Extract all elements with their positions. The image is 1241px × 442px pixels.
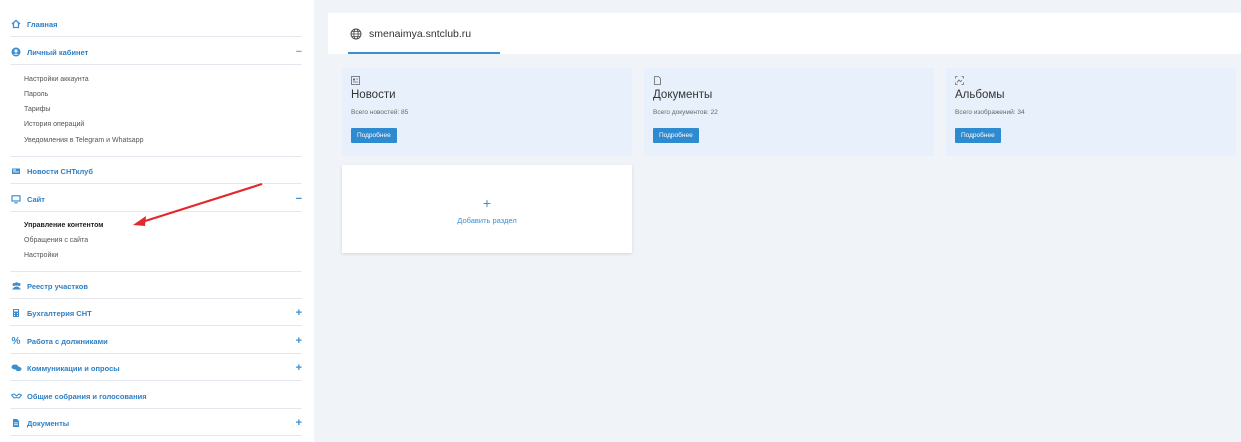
domain-name: smenaimya.sntclub.ru bbox=[369, 27, 472, 40]
divider bbox=[10, 435, 302, 436]
sidebar-item-site[interactable]: Сайт − bbox=[10, 192, 302, 206]
main-content: smenaimya.sntclub.ru Новости Всего новос… bbox=[314, 0, 1241, 442]
sidebar-subitem-account-settings[interactable]: Настройки аккаунта bbox=[24, 76, 89, 83]
active-tab-indicator bbox=[348, 52, 500, 54]
user-circle-icon bbox=[10, 46, 22, 58]
sidebar-subitem-history[interactable]: История операций bbox=[24, 121, 84, 128]
monitor-icon bbox=[10, 193, 22, 205]
sidebar-subitem-password[interactable]: Пароль bbox=[24, 91, 48, 98]
domain-tab-bar: smenaimya.sntclub.ru bbox=[328, 13, 1241, 54]
sidebar-item-label: Бухгалтерия СНТ bbox=[27, 308, 92, 318]
collapse-toggle[interactable]: − bbox=[296, 193, 302, 205]
divider bbox=[10, 36, 302, 37]
document-icon bbox=[653, 76, 663, 86]
add-section-label: Добавить раздел bbox=[457, 216, 517, 225]
divider bbox=[10, 380, 302, 381]
sidebar-item-home[interactable]: Главная bbox=[10, 17, 302, 31]
divider bbox=[10, 211, 302, 212]
handshake-icon bbox=[10, 390, 22, 402]
card-title: Новости bbox=[351, 89, 396, 101]
domain-tab[interactable]: smenaimya.sntclub.ru bbox=[350, 13, 471, 54]
sidebar-item-cabinet[interactable]: Личный кабинет − bbox=[10, 45, 302, 59]
chat-icon bbox=[10, 362, 22, 374]
file-icon bbox=[10, 417, 22, 429]
expand-toggle[interactable]: + bbox=[296, 307, 302, 319]
expand-toggle[interactable]: + bbox=[296, 417, 302, 429]
card-title: Альбомы bbox=[955, 89, 1005, 101]
home-icon bbox=[10, 18, 22, 30]
details-button[interactable]: Подробнее bbox=[955, 128, 1001, 143]
sidebar-subitem-notifications[interactable]: Уведомления в Telegram и Whatsapp bbox=[24, 137, 143, 144]
sidebar-item-label: Личный кабинет bbox=[27, 47, 89, 57]
section-card-news: Новости Всего новостей: 85 Подробнее bbox=[342, 68, 632, 156]
sidebar-subitem-site-settings[interactable]: Настройки bbox=[24, 252, 58, 259]
divider bbox=[10, 183, 302, 184]
section-card-documents: Документы Всего документов: 22 Подробнее bbox=[644, 68, 934, 156]
percent-icon: % bbox=[11, 335, 21, 347]
divider bbox=[10, 271, 302, 272]
globe-icon bbox=[350, 28, 362, 39]
newspaper-icon bbox=[10, 165, 22, 177]
sidebar-item-label: Работа с должниками bbox=[27, 336, 108, 346]
section-card-albums: Альбомы Всего изображений: 34 Подробнее bbox=[946, 68, 1236, 156]
details-button[interactable]: Подробнее bbox=[653, 128, 699, 143]
divider bbox=[10, 64, 302, 65]
collapse-toggle[interactable]: − bbox=[296, 46, 302, 58]
add-section-card[interactable]: + Добавить раздел bbox=[342, 165, 632, 253]
album-icon bbox=[955, 76, 965, 86]
card-title: Документы bbox=[653, 89, 713, 101]
sidebar-item-label: Документы bbox=[27, 418, 70, 428]
divider bbox=[10, 298, 302, 299]
sidebar-item-news[interactable]: Новости СНТклуб bbox=[10, 164, 302, 178]
card-count: Всего документов: 22 bbox=[653, 109, 718, 116]
card-count: Всего новостей: 85 bbox=[351, 109, 409, 116]
divider bbox=[10, 156, 302, 157]
users-icon bbox=[10, 280, 22, 292]
sidebar-subitem-content-management[interactable]: Управление контентом bbox=[24, 222, 103, 229]
sidebar-item-registry[interactable]: Реестр участков bbox=[10, 279, 302, 293]
sidebar-subitem-tariffs[interactable]: Тарифы bbox=[24, 106, 50, 113]
sidebar-item-label: Сайт bbox=[27, 194, 45, 204]
sidebar-item-label: Реестр участков bbox=[27, 281, 88, 291]
sidebar-subitem-site-requests[interactable]: Обращения с сайта bbox=[24, 237, 88, 244]
card-count: Всего изображений: 34 bbox=[955, 109, 1025, 116]
sidebar-item-communications[interactable]: Коммуникации и опросы + bbox=[10, 361, 302, 375]
divider bbox=[10, 325, 302, 326]
sidebar-item-debtors[interactable]: % Работа с должниками + bbox=[10, 334, 302, 348]
divider bbox=[10, 408, 302, 409]
sidebar-item-label: Коммуникации и опросы bbox=[27, 363, 120, 373]
divider bbox=[10, 353, 302, 354]
expand-toggle[interactable]: + bbox=[296, 362, 302, 374]
sidebar-item-accounting[interactable]: Бухгалтерия СНТ + bbox=[10, 306, 302, 320]
sidebar-item-label: Новости СНТклуб bbox=[27, 166, 93, 176]
calculator-icon bbox=[10, 307, 22, 319]
details-button[interactable]: Подробнее bbox=[351, 128, 397, 143]
news-icon bbox=[351, 76, 361, 86]
sidebar-item-label: Главная bbox=[27, 19, 58, 29]
sidebar-item-meetings[interactable]: Общие собрания и голосования bbox=[10, 389, 302, 403]
plus-icon: + bbox=[482, 195, 492, 211]
sidebar-item-label: Общие собрания и голосования bbox=[27, 391, 147, 401]
sidebar: Главная Личный кабинет − Настройки аккау… bbox=[0, 0, 314, 442]
sidebar-item-documents[interactable]: Документы + bbox=[10, 416, 302, 430]
expand-toggle[interactable]: + bbox=[296, 335, 302, 347]
